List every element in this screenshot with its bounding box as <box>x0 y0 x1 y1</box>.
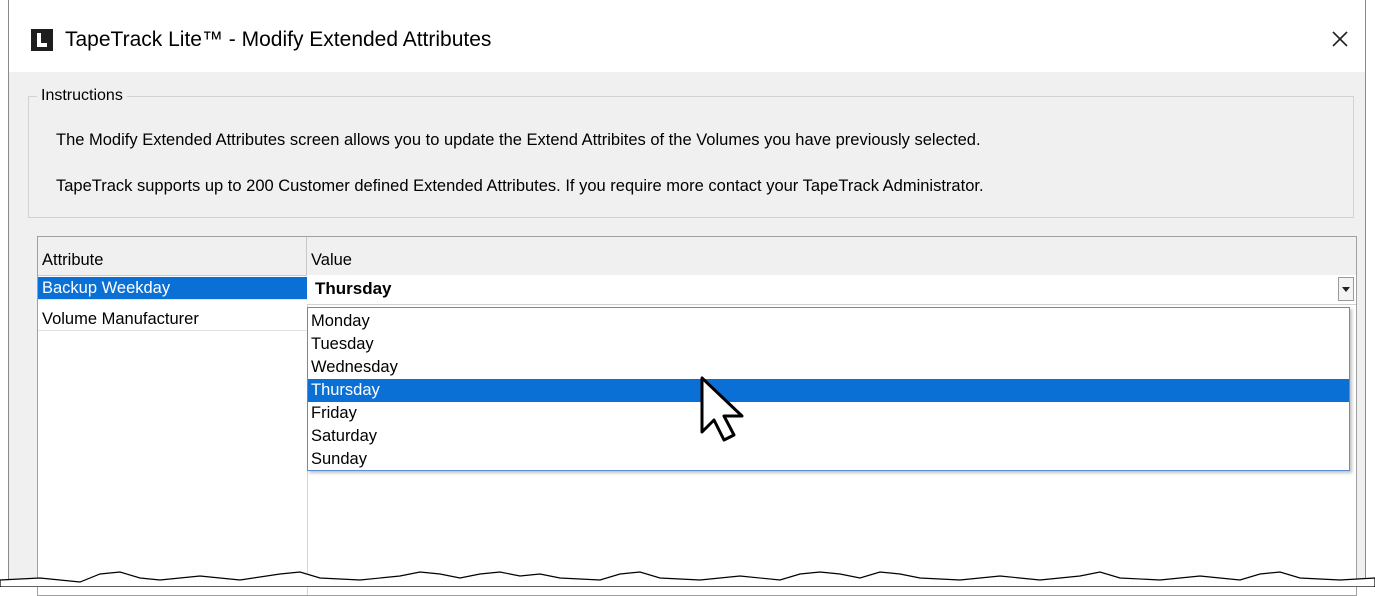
combo-current-value: Thursday <box>315 279 392 298</box>
row-backup-weekday[interactable]: Backup Weekday <box>38 277 307 300</box>
dropdown-button[interactable] <box>1338 277 1354 301</box>
row-volume-manufacturer[interactable]: Volume Manufacturer <box>38 308 307 331</box>
header-value[interactable]: Value <box>307 237 1356 275</box>
grid-header: Attribute Value <box>38 237 1356 276</box>
option-saturday[interactable]: Saturday <box>308 425 1349 448</box>
title-bar[interactable]: TapeTrack Lite™ - Modify Extended Attrib… <box>9 0 1365 72</box>
mouse-pointer-icon <box>700 376 744 442</box>
dropdown-list: Monday Tuesday Wednesday Thursday Friday… <box>307 307 1350 471</box>
torn-edge <box>0 571 1375 587</box>
instructions-line-2: TapeTrack supports up to 200 Customer de… <box>56 177 984 195</box>
tapetrack-app-icon <box>31 29 53 51</box>
instructions-group: Instructions The Modify Extended Attribu… <box>28 87 1354 218</box>
chevron-down-icon <box>1342 286 1350 292</box>
option-tuesday[interactable]: Tuesday <box>308 333 1349 356</box>
option-wednesday[interactable]: Wednesday <box>308 356 1349 379</box>
option-sunday[interactable]: Sunday <box>308 448 1349 471</box>
window-title: TapeTrack Lite™ - Modify Extended Attrib… <box>65 28 492 51</box>
option-monday[interactable]: Monday <box>308 310 1349 333</box>
close-button[interactable] <box>1323 22 1357 56</box>
option-thursday[interactable]: Thursday <box>308 379 1349 402</box>
dialog-window: TapeTrack Lite™ - Modify Extended Attrib… <box>8 0 1366 596</box>
header-attribute[interactable]: Attribute <box>38 237 307 275</box>
instructions-legend: Instructions <box>37 87 127 105</box>
value-combobox[interactable]: Thursday <box>307 275 1356 305</box>
close-icon <box>1332 31 1348 47</box>
instructions-line-1: The Modify Extended Attributes screen al… <box>56 131 981 149</box>
option-friday[interactable]: Friday <box>308 402 1349 425</box>
